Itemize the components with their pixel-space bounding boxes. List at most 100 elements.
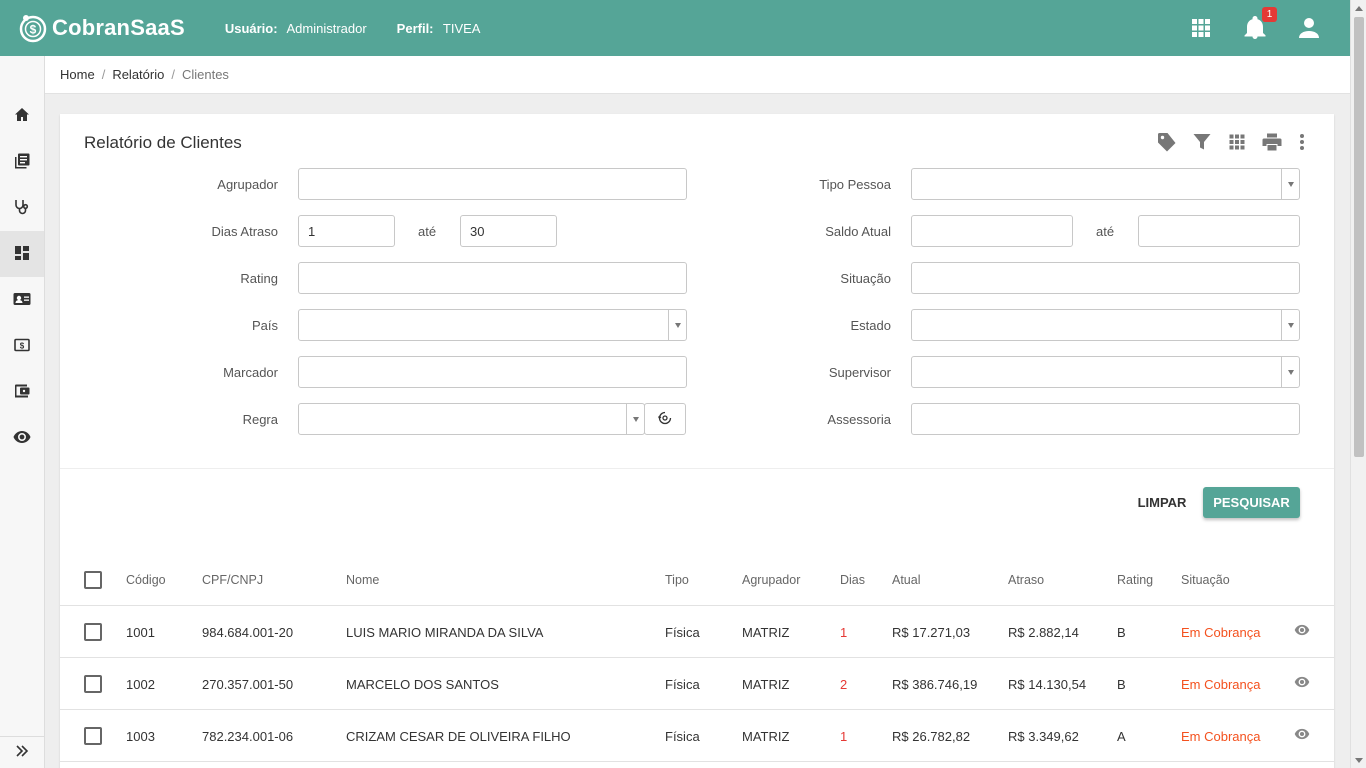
dropdown-arrow-icon[interactable] bbox=[668, 310, 686, 340]
sidebar-item-home[interactable] bbox=[0, 93, 44, 139]
sidebar-item-health[interactable] bbox=[0, 185, 44, 231]
cell-atraso: R$ 3.349,62 bbox=[1008, 728, 1079, 744]
dias-atraso-to-input[interactable]: 30 bbox=[460, 215, 557, 247]
cell-rating: B bbox=[1117, 624, 1126, 640]
column-header-situacao[interactable]: Situação bbox=[1181, 554, 1230, 606]
saldo-atual-from-input[interactable] bbox=[911, 215, 1073, 247]
cell-codigo: 1003 bbox=[126, 728, 155, 744]
regra-select[interactable] bbox=[298, 403, 645, 435]
row-checkbox[interactable] bbox=[84, 675, 102, 693]
marcador-label: Marcador bbox=[223, 365, 278, 380]
filter-icon[interactable] bbox=[1190, 130, 1214, 154]
rating-input[interactable] bbox=[298, 262, 687, 294]
dias-atraso-from-input[interactable]: 1 bbox=[298, 215, 395, 247]
table-row[interactable]: 1003 782.234.001-06 CRIZAM CESAR DE OLIV… bbox=[60, 710, 1334, 762]
sidebar-item-wallet[interactable] bbox=[0, 369, 44, 415]
columns-grid-icon[interactable] bbox=[1225, 130, 1249, 154]
sidebar-item-view[interactable] bbox=[0, 415, 44, 461]
search-button[interactable]: PESQUISAR bbox=[1203, 487, 1300, 518]
table-row[interactable]: 1001 984.684.001-20 LUIS MARIO MIRANDA D… bbox=[60, 606, 1334, 658]
dropdown-arrow-icon[interactable] bbox=[1281, 357, 1299, 387]
tipo-pessoa-select[interactable] bbox=[911, 168, 1300, 200]
situacao-label: Situação bbox=[840, 271, 891, 286]
cell-dias: 1 bbox=[840, 728, 848, 744]
regra-settings-button[interactable] bbox=[644, 403, 686, 435]
column-header-tipo[interactable]: Tipo bbox=[665, 554, 689, 606]
table-row[interactable]: 1002 270.357.001-50 MARCELO DOS SANTOS F… bbox=[60, 658, 1334, 710]
report-card: Relatório de Clientes Agrupador Dias Atr… bbox=[60, 114, 1334, 768]
eye-icon bbox=[13, 430, 31, 447]
print-icon[interactable] bbox=[1260, 130, 1284, 154]
cell-cpf: 984.684.001-20 bbox=[202, 624, 294, 640]
scroll-down-arrow-icon[interactable] bbox=[1351, 752, 1366, 768]
agrupador-input[interactable] bbox=[298, 168, 687, 200]
dropdown-arrow-icon[interactable] bbox=[1281, 310, 1299, 340]
wallet-icon bbox=[14, 383, 30, 402]
more-vert-icon[interactable] bbox=[1290, 130, 1314, 154]
apps-grid-icon[interactable] bbox=[1188, 15, 1214, 41]
saldo-atual-ate-label: até bbox=[1096, 224, 1115, 239]
column-header-nome[interactable]: Nome bbox=[346, 554, 379, 606]
cell-atraso: R$ 2.882,14 bbox=[1008, 624, 1079, 640]
top-bar: $ CobranSaaS Usuário: Administrador Perf… bbox=[0, 0, 1350, 56]
sidebar-item-contacts[interactable] bbox=[0, 277, 44, 323]
column-header-codigo[interactable]: Código bbox=[126, 554, 166, 606]
column-header-atraso[interactable]: Atraso bbox=[1008, 554, 1044, 606]
supervisor-select[interactable] bbox=[911, 356, 1300, 388]
breadcrumb-separator: / bbox=[101, 67, 106, 82]
svg-text:$: $ bbox=[20, 341, 25, 350]
row-checkbox[interactable] bbox=[84, 727, 102, 745]
marcador-input[interactable] bbox=[298, 356, 687, 388]
user-account-icon[interactable] bbox=[1296, 15, 1322, 41]
svg-text:$: $ bbox=[30, 23, 37, 37]
sidebar-item-library[interactable] bbox=[0, 139, 44, 185]
view-eye-icon[interactable] bbox=[1294, 676, 1310, 692]
cell-agrupador: MATRIZ bbox=[742, 676, 790, 692]
scroll-up-arrow-icon[interactable] bbox=[1351, 0, 1366, 16]
scrollbar-thumb[interactable] bbox=[1354, 17, 1364, 457]
sidebar-item-dashboard[interactable] bbox=[0, 231, 44, 277]
page-title: Relatório de Clientes bbox=[84, 133, 242, 152]
user-label: Usuário: bbox=[224, 20, 278, 36]
situacao-input[interactable] bbox=[911, 262, 1300, 294]
card-toolbar bbox=[1144, 130, 1314, 154]
divider bbox=[60, 468, 1334, 469]
logo[interactable]: $ CobranSaaS bbox=[18, 13, 185, 43]
pais-select[interactable] bbox=[298, 309, 687, 341]
user-info: Usuário: Administrador Perfil: TIVEA bbox=[225, 21, 511, 36]
cell-nome: LUIS MARIO MIRANDA DA SILVA bbox=[346, 624, 544, 640]
view-eye-icon[interactable] bbox=[1294, 728, 1310, 744]
notifications-bell-icon[interactable]: 1 bbox=[1242, 7, 1277, 41]
saldo-atual-to-input[interactable] bbox=[1138, 215, 1300, 247]
page-scrollbar[interactable] bbox=[1350, 0, 1366, 768]
cell-atual: R$ 26.782,82 bbox=[892, 728, 971, 744]
assessoria-input[interactable] bbox=[911, 403, 1300, 435]
column-header-cpf[interactable]: CPF/CNPJ bbox=[202, 554, 263, 606]
dropdown-arrow-icon[interactable] bbox=[1281, 169, 1299, 199]
row-checkbox[interactable] bbox=[84, 623, 102, 641]
home-icon bbox=[14, 107, 30, 126]
sidebar-expand-button[interactable] bbox=[0, 736, 44, 768]
breadcrumb: Home / Relatório / Clientes bbox=[45, 56, 1350, 94]
sidebar-item-billing[interactable]: $ bbox=[0, 323, 44, 369]
cell-nome: CRIZAM CESAR DE OLIVEIRA FILHO bbox=[346, 728, 571, 744]
breadcrumb-report[interactable]: Relatório bbox=[112, 67, 164, 82]
cell-tipo: Física bbox=[665, 728, 700, 744]
select-all-checkbox[interactable] bbox=[84, 571, 102, 589]
tipo-pessoa-label: Tipo Pessoa bbox=[819, 177, 891, 192]
tag-icon[interactable] bbox=[1155, 130, 1179, 154]
column-header-rating[interactable]: Rating bbox=[1117, 554, 1153, 606]
column-header-agrupador[interactable]: Agrupador bbox=[742, 554, 800, 606]
cell-codigo: 1001 bbox=[126, 624, 155, 640]
estado-select[interactable] bbox=[911, 309, 1300, 341]
column-header-dias[interactable]: Dias bbox=[840, 554, 865, 606]
supervisor-label: Supervisor bbox=[828, 365, 891, 380]
breadcrumb-current: Clientes bbox=[181, 67, 229, 82]
cell-atraso: R$ 14.130,54 bbox=[1008, 676, 1087, 692]
column-header-atual[interactable]: Atual bbox=[892, 554, 921, 606]
dropdown-arrow-icon[interactable] bbox=[626, 404, 644, 434]
clear-button[interactable]: LIMPAR bbox=[1130, 487, 1194, 517]
pais-label: País bbox=[251, 318, 278, 333]
view-eye-icon[interactable] bbox=[1294, 624, 1310, 640]
breadcrumb-home[interactable]: Home bbox=[60, 67, 95, 82]
